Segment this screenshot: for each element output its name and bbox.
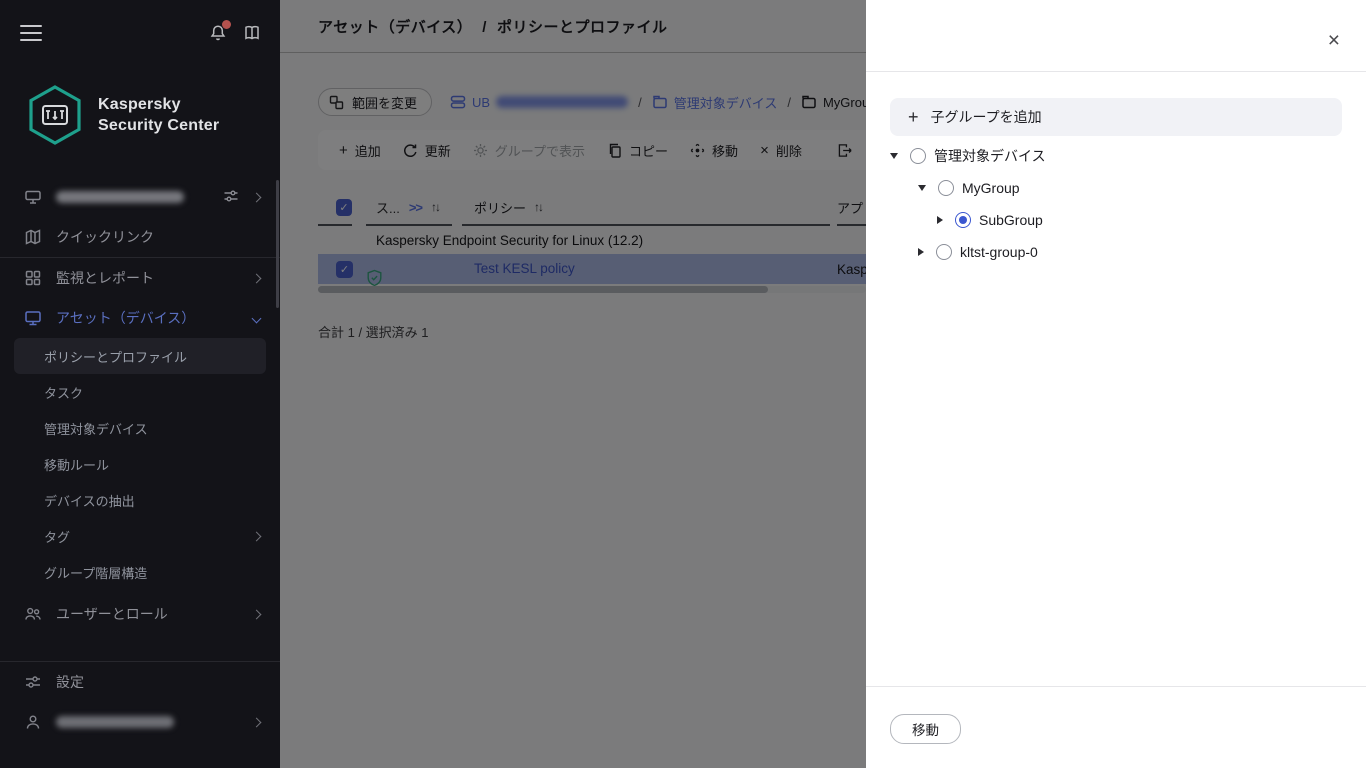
dashboard-grid-icon — [24, 269, 42, 287]
sidebar-item-label: クイックリンク — [56, 227, 154, 247]
sidebar-item-policies-profiles[interactable]: ポリシーとプロファイル — [14, 338, 266, 374]
add-child-group-label: 子グループを追加 — [931, 107, 1042, 127]
sidebar-item-device-selections[interactable]: デバイスの抽出 — [0, 482, 280, 518]
map-icon — [24, 228, 42, 246]
app: Kaspersky Security Center — [0, 0, 1366, 768]
chevron-down-icon — [252, 313, 262, 323]
add-child-group-button[interactable]: + 子グループを追加 — [890, 98, 1342, 136]
sidebar-item-label: ユーザーとロール — [56, 604, 168, 624]
sidebar-item-label: アセット（デバイス） — [56, 308, 195, 328]
sliders-icon — [24, 673, 42, 691]
move-confirm-button[interactable]: 移動 — [890, 714, 961, 744]
account-name-masked — [56, 716, 174, 728]
chevron-right-icon — [252, 531, 262, 541]
chevron-right-icon — [252, 273, 262, 283]
sidebar-scrollbar[interactable] — [276, 180, 279, 308]
sidebar-top-bar — [20, 18, 262, 48]
users-icon — [24, 605, 42, 623]
expander-right-icon[interactable] — [918, 248, 924, 256]
expander-down-icon[interactable] — [890, 153, 898, 159]
close-icon[interactable]: × — [1328, 30, 1340, 51]
drawer-header-divider — [866, 71, 1366, 72]
tree-row-mygroup[interactable]: MyGroup — [866, 172, 1366, 204]
chevron-right-icon — [252, 717, 262, 727]
user-icon — [24, 713, 42, 731]
help-book-icon[interactable] — [242, 23, 262, 43]
radio-selected[interactable] — [955, 212, 971, 228]
sidebar-item-label: 設定 — [56, 672, 84, 692]
tree-row-managed-devices[interactable]: 管理対象デバイス — [866, 140, 1366, 172]
notification-dot — [222, 20, 231, 29]
sidebar-bottom: 設定 — [0, 661, 280, 742]
sidebar-item-group-hierarchy[interactable]: グループ階層構造 — [0, 554, 280, 590]
brand: Kaspersky Security Center — [26, 84, 219, 146]
tree-label: kltst-group-0 — [960, 244, 1038, 260]
menu-icon[interactable] — [20, 25, 42, 41]
sidebar-item-account[interactable] — [0, 702, 280, 742]
expander-down-icon[interactable] — [918, 185, 926, 191]
server-name-masked — [56, 191, 184, 203]
tree-label: 管理対象デバイス — [934, 146, 1046, 166]
sidebar-item-users-roles[interactable]: ユーザーとロール — [0, 594, 280, 634]
sidebar-item-label: 監視とレポート — [56, 268, 154, 288]
chevron-right-icon[interactable] — [252, 192, 262, 202]
chevron-right-icon — [252, 609, 262, 619]
drawer-footer: 移動 — [866, 686, 1366, 768]
move-group-drawer: × + 子グループを追加 管理対象デバイス MyGroup SubGroup — [866, 0, 1366, 768]
sidebar: Kaspersky Security Center — [0, 0, 280, 768]
notifications-bell-icon[interactable] — [208, 23, 228, 43]
server-icon — [24, 188, 42, 206]
brand-line2: Security Center — [98, 115, 219, 136]
sidebar-item-assets[interactable]: アセット（デバイス） — [0, 298, 280, 338]
radio-unselected[interactable] — [936, 244, 952, 260]
radio-unselected[interactable] — [910, 148, 926, 164]
sidebar-item-moving-rules[interactable]: 移動ルール — [0, 446, 280, 482]
sidebar-item-server[interactable] — [0, 177, 280, 217]
sidebar-nav: クイックリンク 監視とレポート アセット（デバイス） ポリシーとプロファイル タ… — [0, 177, 280, 634]
sidebar-item-label: タグ — [44, 527, 70, 546]
sidebar-item-quick-links[interactable]: クイックリンク — [0, 217, 280, 257]
brand-line1: Kaspersky — [98, 94, 219, 115]
tree-label: MyGroup — [962, 180, 1020, 196]
tree-row-subgroup[interactable]: SubGroup — [866, 204, 1366, 236]
brand-text: Kaspersky Security Center — [98, 94, 219, 136]
sidebar-item-monitoring[interactable]: 監視とレポート — [0, 258, 280, 298]
sidebar-item-settings[interactable]: 設定 — [0, 662, 280, 702]
plus-icon: + — [908, 108, 919, 126]
sidebar-item-tasks[interactable]: タスク — [0, 374, 280, 410]
radio-unselected[interactable] — [938, 180, 954, 196]
kaspersky-logo-icon — [26, 84, 84, 146]
expander-right-icon[interactable] — [937, 216, 943, 224]
group-tree: 管理対象デバイス MyGroup SubGroup kltst-group-0 — [866, 140, 1366, 268]
tree-label: SubGroup — [979, 212, 1043, 228]
sidebar-item-tags[interactable]: タグ — [0, 518, 280, 554]
sidebar-item-managed-devices[interactable]: 管理対象デバイス — [0, 410, 280, 446]
tree-row-kltst-group-0[interactable]: kltst-group-0 — [866, 236, 1366, 268]
monitor-icon — [24, 309, 42, 327]
server-properties-icon[interactable] — [223, 188, 239, 207]
